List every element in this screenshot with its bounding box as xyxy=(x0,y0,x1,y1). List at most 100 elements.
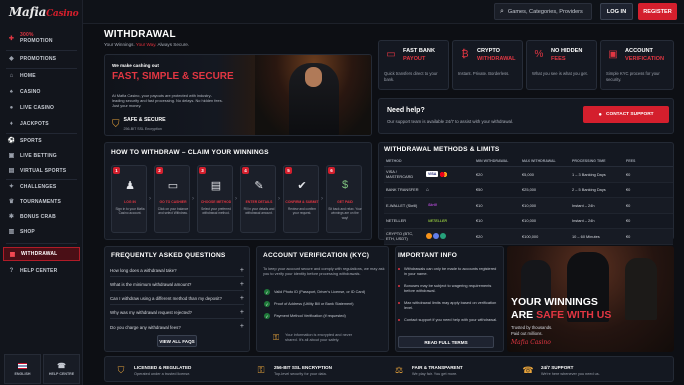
subtitle-part: Your Winnings. xyxy=(104,42,136,47)
sidebar-item-live-betting[interactable]: ▣ LIVE BETTING xyxy=(3,148,80,163)
kyc-item-text: Payment Method Verification (if requeste… xyxy=(274,314,346,318)
kyc-desc: To keep your account secure and comply w… xyxy=(263,266,385,276)
processing-time: 1 – 3 Banking Days xyxy=(570,166,624,183)
info-item: Contact support if you need help with yo… xyxy=(398,317,500,322)
kyc-title: ACCOUNT VERIFICATION (KYC) xyxy=(263,252,370,259)
faq-item[interactable]: What is the minimum withdrawal amount? + xyxy=(110,279,244,291)
step-card: 3 ▤ CHOOSE METHOD Select your preferred wit… xyxy=(197,165,233,233)
bank-icon: ▭ xyxy=(386,48,396,60)
language-button[interactable]: ENGLISH xyxy=(4,354,41,384)
crab-icon: ✱ xyxy=(8,214,15,220)
lock-icon: ⚿ xyxy=(257,364,265,375)
sidebar-item-withdrawal[interactable]: ▦ WITHDRAWAL xyxy=(3,247,80,261)
faq-item[interactable]: Why was my withdrawal request rejected? + xyxy=(110,307,244,319)
step-card: 1 ♟ LOG IN Sign in to your Mafia Casino acc… xyxy=(111,165,147,233)
sidebar-item-bonus-crab[interactable]: ✱ BONUS CRAB xyxy=(3,209,80,224)
step-card: 4 ✎ ENTER DETAILS Fill in your details and … xyxy=(240,165,276,233)
plus-icon: + xyxy=(239,295,244,302)
sidebar-item-help-center[interactable]: ? HELP CENTER xyxy=(3,263,80,278)
feature-desc: Quick transfers direct to your bank. xyxy=(384,71,438,82)
sidebar-item-live-casino[interactable]: ● LIVE CASINO xyxy=(3,100,80,115)
step-desc: Select your preferred withdrawal method. xyxy=(201,207,231,216)
sidebar-item-label: PROMOTIONS xyxy=(20,55,57,62)
arrow-right-icon: › xyxy=(235,196,237,202)
sidebar-item-challenges[interactable]: ✦ CHALLENGES xyxy=(3,179,80,194)
faq-item[interactable]: How long does a withdrawal take? + xyxy=(110,265,244,277)
footer-item: ⛉ LICENSED & REGULATED Operated under a tr… xyxy=(114,359,192,381)
table-header-row: METHOD MIN WITHDRAWAL MAX WITHDRAWAL PRO… xyxy=(384,156,673,167)
shop-icon: ▥ xyxy=(8,229,15,235)
processing-time: Instant – 24h xyxy=(570,213,624,229)
sidebar-item-promotion-300[interactable]: ✚ 300% PROMOTION xyxy=(3,29,80,47)
brand-logo[interactable]: MafiaCasino xyxy=(9,5,79,19)
hero-body: At Mafia Casino, your payouts are protec… xyxy=(112,93,223,108)
promo-headline: YOUR WINNINGS xyxy=(511,296,598,308)
faq-item[interactable]: Can I withdraw using a different method … xyxy=(110,293,244,305)
sidebar-item-label: CHALLENGES xyxy=(20,183,57,190)
card-icon: ▤ xyxy=(210,179,222,192)
logo-accent: Casino xyxy=(46,9,79,19)
faq-item[interactable]: Do you charge any withdrawal fees? + xyxy=(110,321,244,333)
feature-desc: What you see is what you get. xyxy=(532,71,588,76)
methods-title: WITHDRAWAL METHODS & LIMITS xyxy=(384,146,500,153)
feature-card-bank: ▭ FAST BANK PAYOUT Quick transfers direc… xyxy=(378,40,449,90)
feature-subtitle: VERIFICATION xyxy=(625,56,665,62)
max-withdrawal: €25,000 xyxy=(520,182,570,198)
sidebar-item-tournaments[interactable]: ♛ TOURNAMENTS xyxy=(3,194,80,209)
feature-card-verification: ▣ ACCOUNT VERIFICATION Simple KYC proces… xyxy=(600,40,674,90)
sidebar-item-jackpots[interactable]: ♦ JACKPOTS xyxy=(3,116,80,131)
promo-banner[interactable]: YOUR WINNINGS ARE SAFE WITH US Trusted b… xyxy=(507,246,674,352)
contact-support-button[interactable]: ● CONTACT SUPPORT xyxy=(583,106,669,123)
live-betting-icon: ▣ xyxy=(8,153,15,159)
faq-question: Do you charge any withdrawal fees? xyxy=(110,324,181,330)
plus-icon: + xyxy=(239,281,244,288)
step-number: 6 xyxy=(328,167,335,174)
step-number: 2 xyxy=(156,167,163,174)
page-subtitle: Your Winnings. Your Way. Always Secure. xyxy=(104,42,189,47)
help-title: Need help? xyxy=(387,107,425,114)
feature-title: ACCOUNT xyxy=(625,48,653,54)
sidebar-item-virtual-sports[interactable]: ▤ VIRTUAL SPORTS xyxy=(3,163,80,178)
kyc-item: ✓ Valid Photo ID (Passport, Driver's Lice… xyxy=(264,289,365,295)
arrow-right-icon: › xyxy=(321,196,323,202)
sidebar-item-casino[interactable]: ♠ CASINO xyxy=(3,84,80,99)
eth-icon xyxy=(433,233,439,240)
login-button[interactable]: LOG IN xyxy=(600,3,633,20)
sidebar-item-shop[interactable]: ▥ SHOP xyxy=(3,224,80,239)
method-logo xyxy=(424,228,474,245)
headset-icon: ☎ xyxy=(522,364,534,375)
kyc-note: ⚿ Your information is encrypted and neve… xyxy=(263,330,385,346)
help-centre-button[interactable]: ☎ HELP CENTRE xyxy=(43,354,80,384)
sidebar-item-sports[interactable]: ⚽ SPORTS xyxy=(3,133,80,148)
sidebar-item-promotions[interactable]: ◆ PROMOTIONS xyxy=(3,51,80,66)
method-name: CRYPTO (BTC, ETH, USDT) xyxy=(384,228,424,245)
view-all-faqs-button[interactable]: VIEW ALL FAQS xyxy=(157,335,197,347)
sidebar-item-label: CASINO xyxy=(20,88,41,95)
kyc-item-text: Valid Photo ID (Passport, Driver's Licen… xyxy=(274,290,366,294)
search-input[interactable]: ⌕ Games, Categories, Providers xyxy=(494,3,592,20)
scales-icon: ⚖ xyxy=(394,364,404,375)
faq-title: FREQUENTLY ASKED QUESTIONS xyxy=(111,252,226,259)
hero-headline: FAST, SIMPLE & SECURE xyxy=(112,71,234,82)
read-full-terms-button[interactable]: READ FULL TERMS xyxy=(398,336,494,348)
feature-card-no-fees: % NO HIDDEN FEES What you see is what yo… xyxy=(526,40,597,90)
min-withdrawal: €50 xyxy=(474,182,520,198)
plus-icon: + xyxy=(239,267,244,274)
home-icon: ⌂ xyxy=(9,72,14,79)
logo-main: Mafia xyxy=(9,5,47,19)
sidebar-item-home[interactable]: ⌂ HOME xyxy=(3,68,80,83)
footer-title: 24/7 SUPPORT xyxy=(541,364,574,370)
max-withdrawal: €100,000 xyxy=(520,228,570,245)
virtual-sports-icon: ▤ xyxy=(8,168,15,174)
crypto-icon: ₿ xyxy=(461,48,469,60)
method-name: NETELLER xyxy=(384,213,424,229)
pen-icon: ✎ xyxy=(254,179,264,192)
method-logo: VISA xyxy=(424,166,474,183)
method-name: E-WALLET (Skrill) xyxy=(384,197,424,214)
sidebar-item-label: WITHDRAWAL xyxy=(21,251,58,257)
lock-icon: ⚿ xyxy=(273,333,280,342)
register-button[interactable]: REGISTER xyxy=(638,3,677,20)
feature-card-crypto: ₿ CRYPTO WITHDRAWAL Instant. Private. Bo… xyxy=(452,40,523,90)
fee: €0 xyxy=(624,228,673,245)
step-card: 6 $ GET PAID Sit back and relax. Your winni… xyxy=(326,165,362,233)
